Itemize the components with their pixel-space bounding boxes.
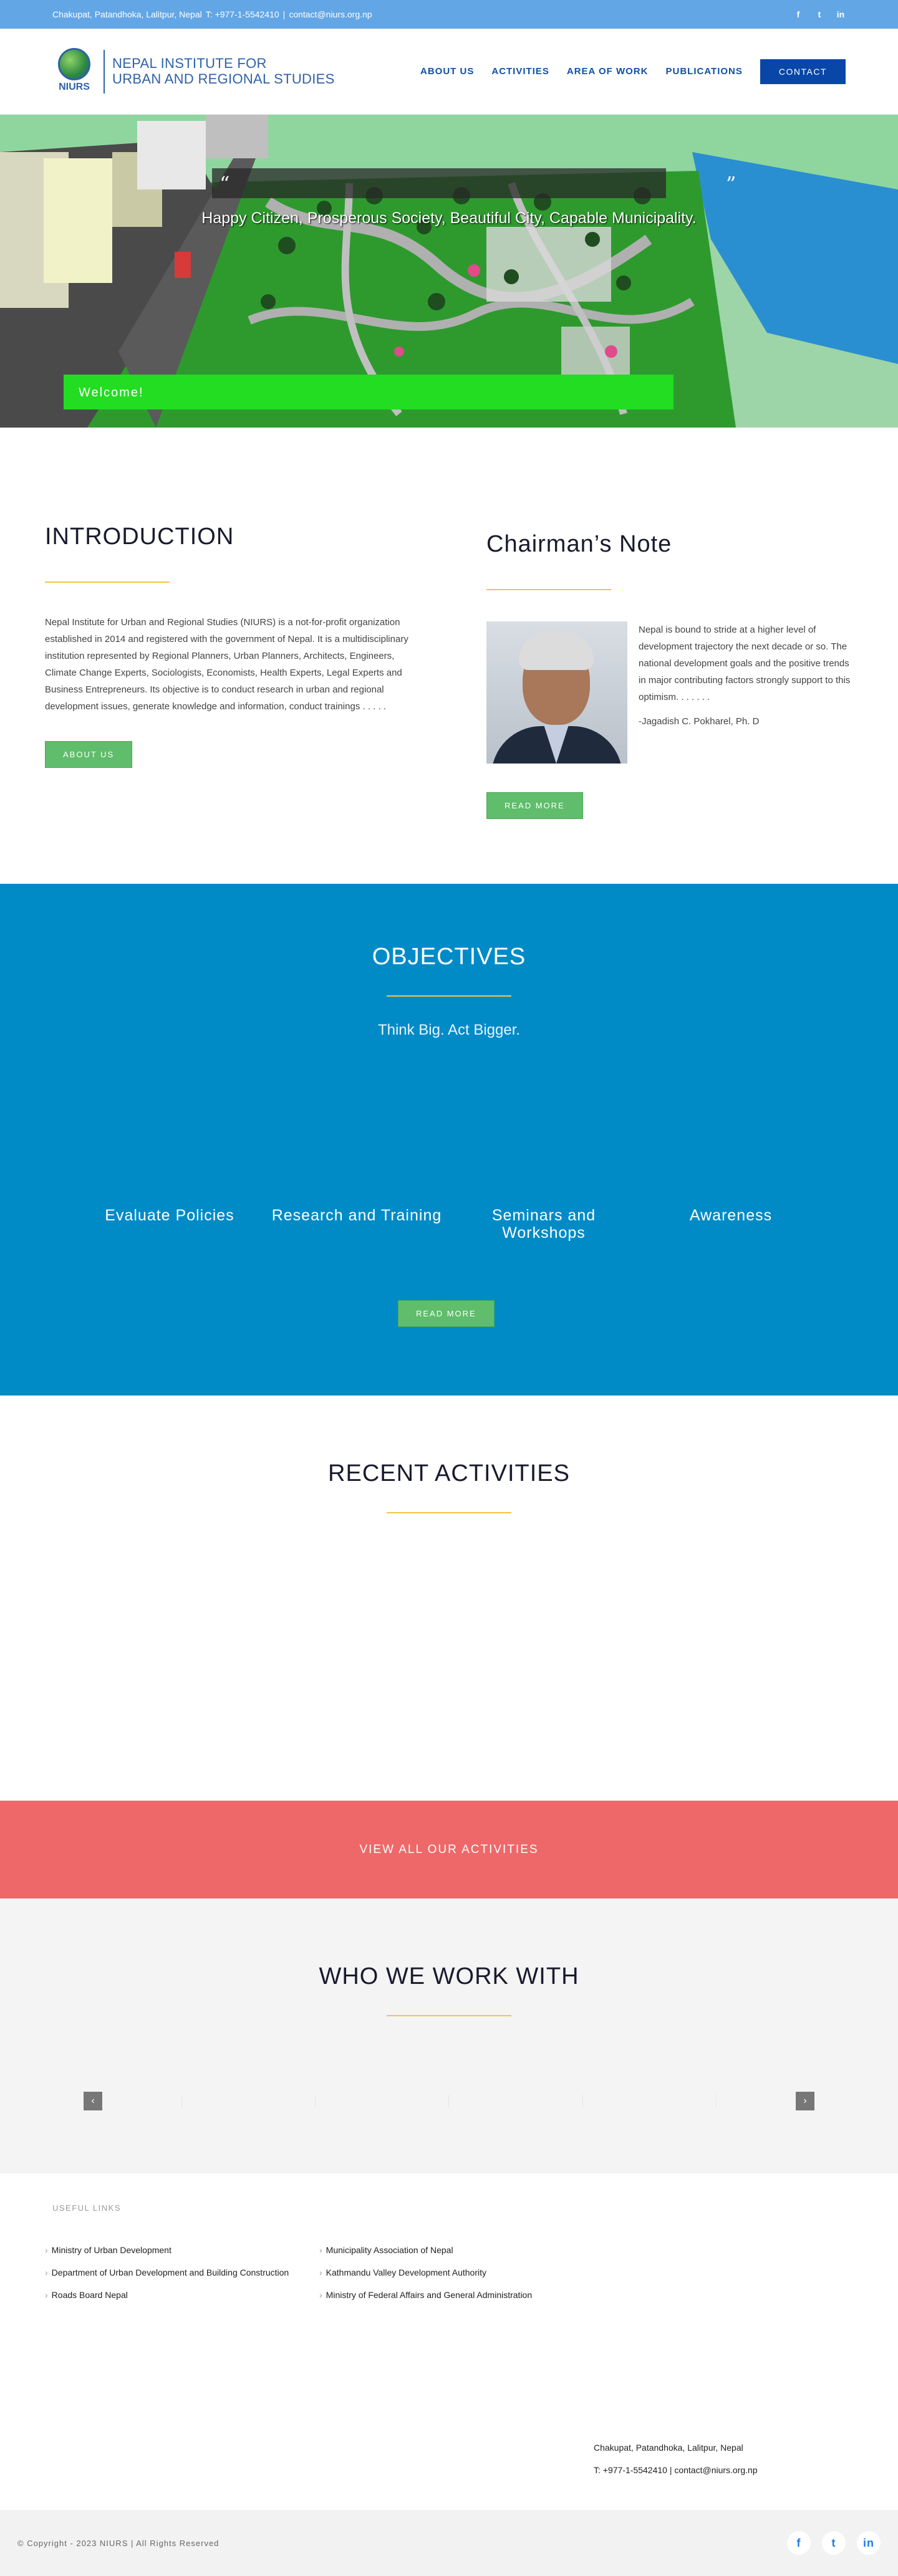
copyright-bar: © Copyright - 2023 NIURS | All Rights Re… bbox=[0, 2510, 898, 2576]
title-underline bbox=[387, 1512, 511, 1513]
footer-link[interactable]: Kathmandu Valley Development Authority bbox=[319, 2261, 581, 2284]
nav-publications[interactable]: PUBLICATIONS bbox=[665, 66, 742, 77]
footer-social: f t in bbox=[787, 2531, 881, 2555]
quote-close-icon: ” bbox=[726, 172, 736, 196]
site-logo[interactable]: NIURS NEPAL INSTITUTE FOR URBAN AND REGI… bbox=[52, 47, 335, 95]
footer-link[interactable]: Roads Board Nepal bbox=[45, 2284, 307, 2306]
introduction-text: Nepal Institute for Urban and Regional S… bbox=[45, 617, 408, 712]
title-underline bbox=[45, 582, 170, 583]
recent-activities-section: RECENT ACTIVITIES bbox=[0, 1396, 898, 1801]
site-header: NIURS NEPAL INSTITUTE FOR URBAN AND REGI… bbox=[0, 29, 898, 115]
recent-activities-title: RECENT ACTIVITIES bbox=[328, 1460, 570, 1487]
hero-tagline: Happy Citizen, Prosperous Society, Beaut… bbox=[201, 209, 697, 227]
objectives-list: Evaluate Policies Research and Training … bbox=[76, 1207, 824, 1242]
nav-about-us[interactable]: ABOUT US bbox=[420, 66, 474, 77]
chairman-signature: -Jagadish C. Pokharel, Ph. D bbox=[639, 716, 760, 727]
logo-divider bbox=[104, 49, 105, 93]
logo-name: NEPAL INSTITUTE FOR URBAN AND REGIONAL S… bbox=[112, 55, 335, 87]
nav-area-of-work[interactable]: AREA OF WORK bbox=[567, 66, 649, 77]
footer-link[interactable]: Municipality Association of Nepal bbox=[319, 2239, 581, 2261]
introduction-column: INTRODUCTION Nepal Institute for Urban a… bbox=[45, 524, 412, 819]
top-bar: Chakupat, Patandhoka, Lalitpur, Nepal T:… bbox=[0, 0, 898, 29]
view-all-activities-banner[interactable]: VIEW ALL OUR ACTIVITIES bbox=[0, 1801, 898, 1898]
objectives-section: OBJECTIVES Think Big. Act Bigger. Evalua… bbox=[0, 884, 898, 1396]
logo-abbr: NIURS bbox=[59, 81, 90, 92]
footer-address-line: Chakupat, Patandhoka, Lalitpur, Nepal bbox=[594, 2443, 743, 2453]
top-social: f t in bbox=[793, 9, 846, 19]
chairman-note: Nepal is bound to stride at a higher lev… bbox=[486, 621, 853, 764]
carousel-next-button[interactable]: › bbox=[796, 2092, 814, 2110]
top-phone: T: +977-1-5542410 bbox=[205, 9, 279, 19]
introduction-title: INTRODUCTION bbox=[45, 524, 234, 550]
logo-mark: NIURS bbox=[52, 47, 96, 95]
chairman-title: Chairman’s Note bbox=[486, 531, 672, 557]
hero-welcome: Welcome! bbox=[64, 375, 674, 409]
quote-open-icon: “ bbox=[220, 172, 230, 196]
view-all-activities-link[interactable]: VIEW ALL OUR ACTIVITIES bbox=[359, 1843, 538, 1856]
copyright-text: © Copyright - 2023 NIURS | All Rights Re… bbox=[17, 2538, 220, 2548]
top-contact: Chakupat, Patandhoka, Lalitpur, Nepal T:… bbox=[52, 9, 372, 19]
nav-contact-button[interactable]: CONTACT bbox=[760, 59, 846, 84]
main-nav: ABOUT US ACTIVITIES AREA OF WORK PUBLICA… bbox=[420, 59, 846, 84]
footer-contact-line: T: +977-1-5542410 | contact@niurs.org.np bbox=[594, 2465, 758, 2475]
linkedin-icon[interactable]: in bbox=[857, 2531, 881, 2555]
objectives-title: OBJECTIVES bbox=[372, 944, 526, 970]
hero-quote-box bbox=[212, 168, 666, 198]
links-column-1: Ministry of Urban Development Department… bbox=[45, 2239, 307, 2306]
footer-link[interactable]: Department of Urban Development and Buil… bbox=[45, 2261, 307, 2284]
chairman-read-more-button[interactable]: READ MORE bbox=[486, 792, 583, 819]
intro-section: INTRODUCTION Nepal Institute for Urban a… bbox=[0, 428, 898, 884]
globe-icon bbox=[58, 47, 90, 80]
footer-address: Chakupat, Patandhoka, Lalitpur, Nepal T:… bbox=[594, 2436, 758, 2481]
about-us-button[interactable]: ABOUT US bbox=[45, 741, 133, 768]
chairman-note-text: Nepal is bound to stride at a higher lev… bbox=[639, 621, 853, 764]
carousel-slots bbox=[102, 2095, 796, 2107]
nav-activities[interactable]: ACTIVITIES bbox=[491, 66, 549, 77]
partners-section: WHO WE WORK WITH ‹ › bbox=[0, 1898, 898, 2173]
chairman-column: Chairman’s Note Nepal is bound to stride… bbox=[486, 524, 853, 819]
objectives-read-more-button[interactable]: READ MORE bbox=[398, 1300, 495, 1327]
site-footer: USEFUL LINKS Ministry of Urban Developme… bbox=[0, 2173, 898, 2510]
partners-title: WHO WE WORK WITH bbox=[319, 1963, 579, 1989]
objectives-subtitle: Think Big. Act Bigger. bbox=[377, 1022, 521, 1038]
links-column-2: Municipality Association of Nepal Kathma… bbox=[319, 2239, 581, 2306]
facebook-icon[interactable]: f bbox=[787, 2531, 811, 2555]
top-email-link[interactable]: contact@niurs.org.np bbox=[289, 9, 372, 19]
carousel-prev-button[interactable]: ‹ bbox=[84, 2092, 102, 2110]
objective-item: Seminars and Workshops bbox=[491, 1207, 596, 1242]
chairman-portrait bbox=[486, 621, 627, 764]
useful-links-heading: USEFUL LINKS bbox=[52, 2203, 121, 2213]
partners-carousel: ‹ › bbox=[84, 2092, 814, 2110]
footer-link[interactable]: Ministry of Urban Development bbox=[45, 2239, 307, 2261]
twitter-icon[interactable]: t bbox=[814, 9, 824, 19]
logo-line-1: NEPAL INSTITUTE FOR bbox=[112, 55, 267, 72]
linkedin-icon[interactable]: in bbox=[836, 9, 846, 19]
useful-links: Ministry of Urban Development Department… bbox=[45, 2239, 846, 2306]
footer-link[interactable]: Ministry of Federal Affairs and General … bbox=[319, 2284, 581, 2306]
objective-item: Evaluate Policies bbox=[105, 1207, 234, 1224]
chairman-message: Nepal is bound to stride at a higher lev… bbox=[639, 625, 851, 702]
hero-banner: “ ” Happy Citizen, Prosperous Society, B… bbox=[0, 115, 898, 428]
facebook-icon[interactable]: f bbox=[793, 9, 803, 19]
title-underline bbox=[387, 2015, 511, 2016]
top-separator: | bbox=[282, 9, 286, 19]
title-underline bbox=[387, 995, 511, 997]
logo-line-2: URBAN AND REGIONAL STUDIES bbox=[112, 70, 335, 87]
objective-item: Awareness bbox=[689, 1207, 773, 1224]
top-address: Chakupat, Patandhoka, Lalitpur, Nepal bbox=[52, 9, 202, 19]
twitter-icon[interactable]: t bbox=[822, 2531, 846, 2555]
title-underline bbox=[486, 589, 611, 590]
objective-item: Research and Training bbox=[271, 1207, 442, 1224]
